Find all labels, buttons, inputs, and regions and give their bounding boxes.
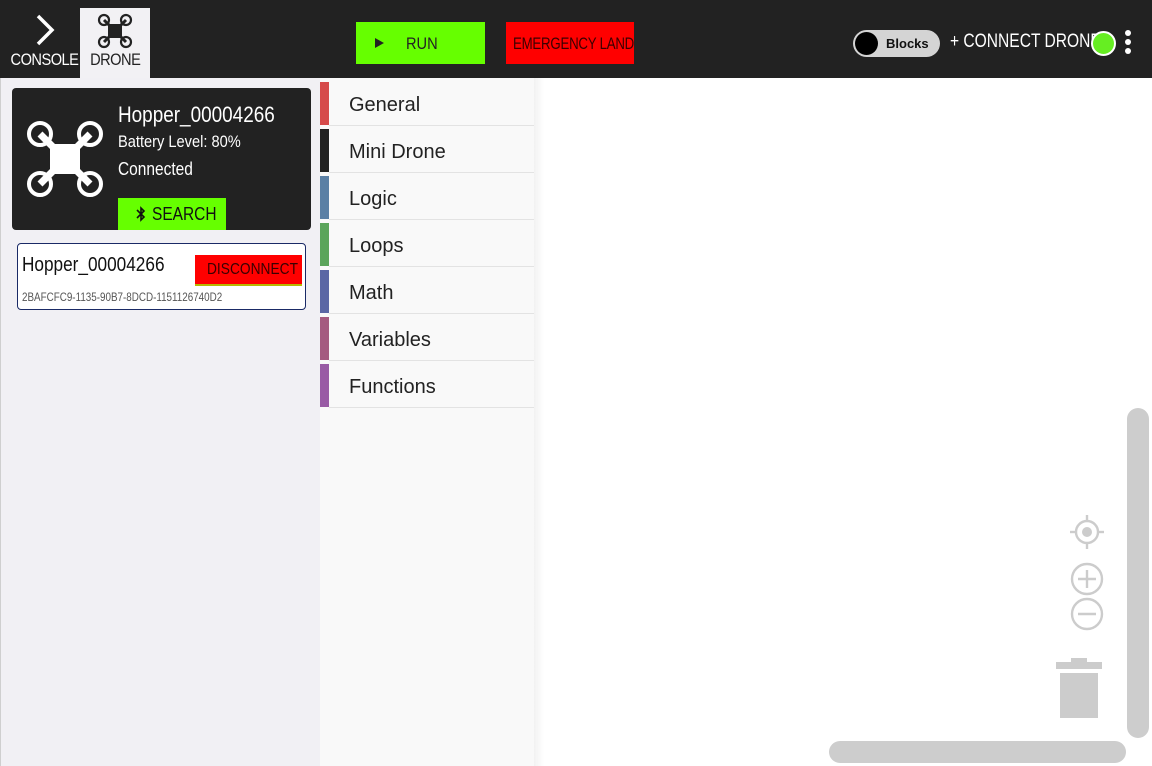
category-label: Math [349, 282, 394, 304]
tab-console[interactable]: CONSOLE [8, 0, 80, 78]
zoom-out-icon[interactable] [1070, 597, 1104, 636]
category-math[interactable]: Math [320, 266, 534, 314]
category-color-bar [320, 364, 329, 407]
category-label: Variables [349, 329, 431, 351]
category-color-bar [320, 270, 329, 313]
run-label: RUN [406, 34, 438, 53]
drone-panel: Hopper_00004266 Battery Level: 80% Conne… [0, 78, 320, 766]
category-color-bar [320, 129, 329, 172]
connected-drone-card: Hopper_00004266 Battery Level: 80% Conne… [12, 88, 311, 230]
category-variables[interactable]: Variables [320, 313, 534, 361]
device-list-item[interactable]: Hopper_00004266 2BAFCFC9-1135-90B7-8DCD-… [17, 243, 306, 310]
tab-console-label: CONSOLE [10, 50, 78, 69]
vertical-scrollbar[interactable] [1127, 408, 1149, 738]
connect-drone-button[interactable]: + CONNECT DRONE [950, 31, 1101, 53]
target-icon[interactable] [1070, 515, 1104, 554]
play-icon [375, 38, 384, 48]
emergency-land-button[interactable]: EMERGENCY LAND [506, 22, 634, 64]
drone-icon [97, 13, 133, 54]
chevron-right-icon [34, 13, 56, 52]
search-label: SEARCH [152, 204, 217, 224]
connection-status-indicator [1091, 31, 1116, 56]
disconnect-button[interactable]: DISCONNECT [195, 255, 302, 286]
category-label: General [349, 94, 421, 116]
block-toolbox: General Mini Drone Logic Loops Math Vari… [320, 78, 534, 766]
search-button[interactable]: SEARCH [118, 198, 226, 230]
blocks-toggle[interactable]: Blocks [853, 30, 940, 57]
blocks-toggle-label: Blocks [886, 36, 929, 51]
device-uuid: 2BAFCFC9-1135-90B7-8DCD-1151126740D2 [22, 290, 223, 304]
battery-level: Battery Level: 80% [118, 132, 241, 151]
category-general[interactable]: General [320, 78, 534, 126]
zoom-in-icon[interactable] [1070, 562, 1104, 601]
category-mini-drone[interactable]: Mini Drone [320, 125, 534, 173]
connection-status: Connected [118, 159, 193, 179]
bluetooth-icon [136, 206, 146, 227]
disconnect-label: DISCONNECT [207, 261, 298, 278]
tab-drone[interactable]: DRONE [80, 8, 150, 78]
top-bar: CONSOLE DRONE RUN EMERGENCY LAND Blocks [0, 0, 1152, 78]
category-color-bar [320, 317, 329, 360]
category-functions[interactable]: Functions [320, 360, 534, 408]
tab-drone-label: DRONE [89, 50, 141, 69]
run-button[interactable]: RUN [356, 22, 485, 64]
toggle-knob [855, 32, 878, 55]
category-logic[interactable]: Logic [320, 172, 534, 220]
drone-name: Hopper_00004266 [118, 102, 275, 127]
drone-icon [26, 120, 104, 203]
trash-icon[interactable] [1055, 658, 1103, 725]
category-label: Functions [349, 376, 436, 398]
category-color-bar [320, 223, 329, 266]
category-label: Logic [349, 188, 397, 210]
device-name: Hopper_00004266 [22, 254, 165, 276]
category-label: Mini Drone [349, 141, 446, 163]
category-color-bar [320, 82, 329, 125]
category-loops[interactable]: Loops [320, 219, 534, 267]
horizontal-scrollbar[interactable] [829, 741, 1126, 763]
category-color-bar [320, 176, 329, 219]
more-options-icon[interactable] [1121, 30, 1135, 56]
emergency-land-label: EMERGENCY LAND [513, 34, 635, 53]
category-label: Loops [349, 235, 404, 257]
